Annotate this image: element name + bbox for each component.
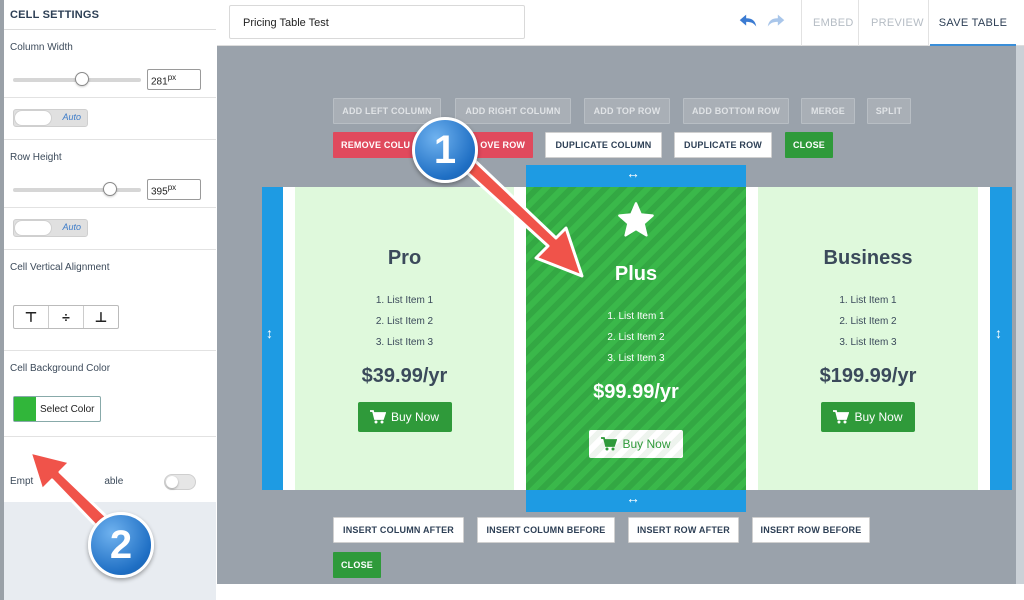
annotation-arrows <box>28 156 584 532</box>
annotation-arrow-2 <box>28 450 112 532</box>
annotation-arrow-1 <box>460 156 584 278</box>
annotation-badge-1: 1 <box>412 117 478 183</box>
annotation-badge-2: 2 <box>88 512 154 578</box>
